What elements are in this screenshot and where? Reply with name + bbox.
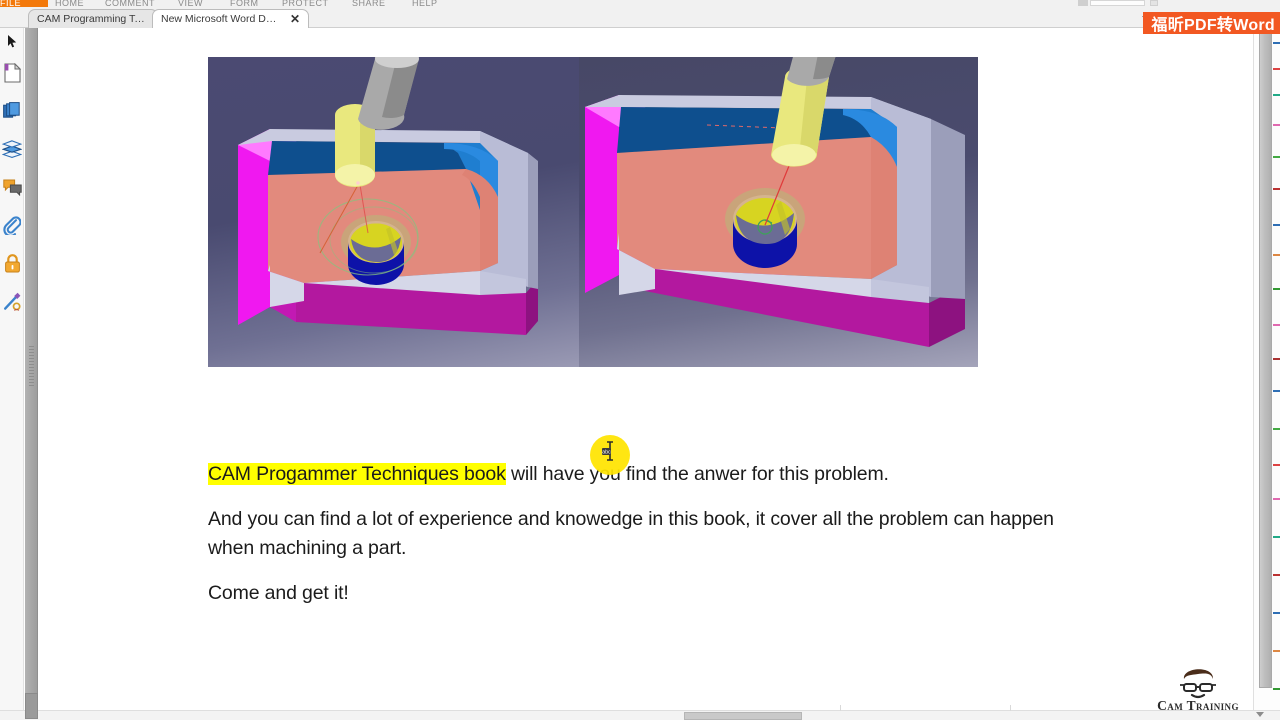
text-ibeam-cursor-icon: abc (602, 441, 613, 461)
ribbon-tab-share[interactable]: SHARE (352, 0, 398, 7)
page-preview-strip (1273, 28, 1280, 720)
cam-model-left (238, 57, 538, 335)
horizontal-scrollbar[interactable] (0, 693, 1280, 720)
sidebar-item-attachments[interactable] (0, 206, 24, 244)
paragraph-three: Come and get it! (208, 582, 349, 604)
highlighted-title-text: CAM Progammer Techniques book (208, 463, 506, 485)
vertical-scrollbar[interactable] (1253, 28, 1280, 720)
sidebar-item-digital-signatures[interactable] (0, 282, 24, 320)
paragraph-one-rest: will have you find the anwer for this pr… (505, 463, 889, 485)
doc-tab-label: New Microsoft Word Docu... (161, 13, 281, 25)
security-lock-icon (4, 253, 21, 273)
vertical-scrollbar-thumb[interactable] (1259, 28, 1272, 688)
navigation-sidebar (0, 28, 24, 720)
ribbon-tab-home[interactable]: HOME (55, 0, 97, 7)
pdf-page: CAM Progammer Techniques book will have … (39, 28, 1253, 720)
svg-text:abc: abc (602, 450, 611, 456)
ribbon-tab-protect[interactable]: PROTECT (282, 0, 338, 7)
paragraph-one: CAM Progammer Techniques book will have … (208, 460, 1168, 489)
chevron-down-icon[interactable] (1256, 712, 1264, 717)
ribbon-tab-comment[interactable]: COMMENT (105, 0, 167, 7)
selection-arrow-icon (7, 34, 18, 48)
face-with-glasses-icon (1180, 669, 1216, 699)
sidebar-item-pages[interactable] (0, 92, 24, 130)
layers-icon (2, 140, 22, 158)
promo-banner[interactable]: 福昕PDF转Word (1143, 12, 1280, 34)
cam-simulation-right (579, 57, 978, 367)
document-tabbar: CAM Programming Techni... New Microsoft … (0, 7, 1280, 34)
splitter-handle[interactable] (25, 693, 38, 719)
ribbon-tabstrip: FILE HOME COMMENT VIEW FORM PROTECT SHAR… (0, 0, 1280, 7)
doc-tab-new-word-document[interactable]: New Microsoft Word Docu... ✕ (152, 9, 309, 28)
attachment-icon (3, 215, 21, 235)
page-thumbnails-icon (3, 63, 21, 83)
sidebar-splitter[interactable] (25, 28, 38, 720)
cam-model-right (585, 57, 965, 347)
ribbon-options-button[interactable] (1150, 0, 1158, 6)
close-icon[interactable]: ✕ (290, 13, 300, 25)
sidebar-item-comments[interactable] (0, 168, 24, 206)
signature-icon (3, 292, 22, 311)
ribbon-tab-file[interactable]: FILE (0, 0, 48, 7)
ribbon-tab-form[interactable]: FORM (230, 0, 270, 7)
sidebar-item-layers[interactable] (0, 130, 24, 168)
splitter-grip-icon (29, 346, 34, 386)
cam-simulation-left (208, 57, 579, 367)
ribbon-tab-help[interactable]: HELP (412, 0, 452, 7)
comments-icon (2, 179, 22, 196)
paragraph-two: And you can find a lot of experience and… (208, 508, 1054, 559)
sidebar-item-select[interactable] (0, 28, 24, 54)
sidebar-item-security[interactable] (0, 244, 24, 282)
search-input[interactable] (1090, 0, 1145, 6)
doc-tab-cam-programming[interactable]: CAM Programming Techni... (28, 9, 158, 28)
search-icon[interactable] (1078, 0, 1088, 6)
horizontal-scrollbar-thumb[interactable] (684, 712, 802, 720)
sidebar-item-page-thumbnails[interactable] (0, 54, 24, 92)
ribbon-tab-view[interactable]: VIEW (178, 0, 218, 7)
doc-tab-label: CAM Programming Techni... (37, 13, 149, 25)
cam-simulation-figure (208, 57, 978, 367)
pdf-reader-window: FILE HOME COMMENT VIEW FORM PROTECT SHAR… (0, 0, 1280, 720)
pages-icon (3, 102, 21, 120)
